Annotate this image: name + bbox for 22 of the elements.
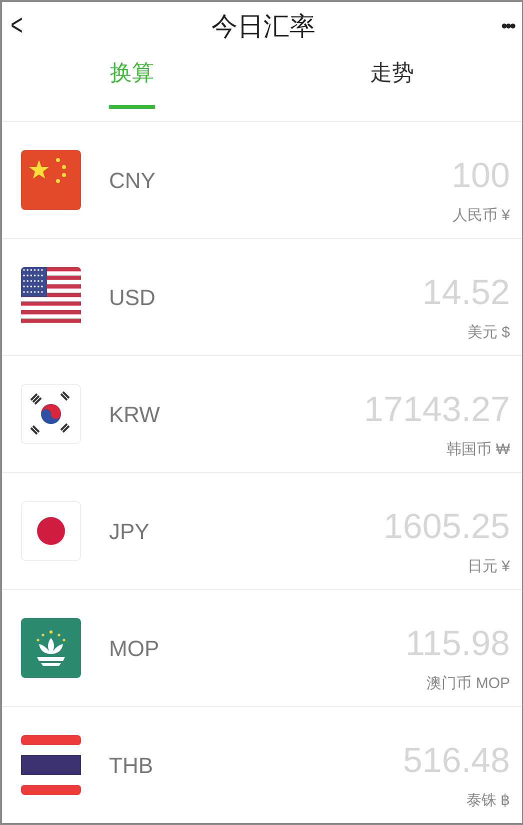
currency-name: 泰铢 ฿ bbox=[466, 791, 510, 811]
currency-code: CNY bbox=[109, 166, 156, 194]
currency-code: KRW bbox=[109, 400, 160, 428]
currency-name: 日元 ¥ bbox=[467, 557, 510, 577]
tab[interactable]: 换算 bbox=[2, 50, 262, 121]
back-button[interactable]: < bbox=[10, 11, 23, 42]
currency-name: 澳门币 MOP bbox=[426, 674, 510, 694]
page-title: 今日汇率 bbox=[211, 10, 316, 43]
thailand-flag-icon bbox=[21, 735, 81, 795]
china-flag-icon bbox=[21, 150, 81, 210]
currency-name: 人民币 ¥ bbox=[452, 206, 510, 226]
currency-name: 韩国币 ₩ bbox=[446, 440, 510, 460]
macau-flag-icon bbox=[21, 618, 81, 678]
japan-flag-icon bbox=[21, 501, 81, 561]
currency-code: MOP bbox=[109, 634, 160, 662]
korea-flag-icon bbox=[21, 384, 81, 444]
currency-code: JPY bbox=[109, 518, 150, 546]
currency-code: THB bbox=[109, 752, 153, 780]
more-button[interactable]: ••• bbox=[501, 12, 514, 40]
tab[interactable]: 走势 bbox=[262, 50, 522, 121]
currency-code: USD bbox=[109, 284, 156, 312]
currency-name: 美元 $ bbox=[467, 323, 510, 343]
